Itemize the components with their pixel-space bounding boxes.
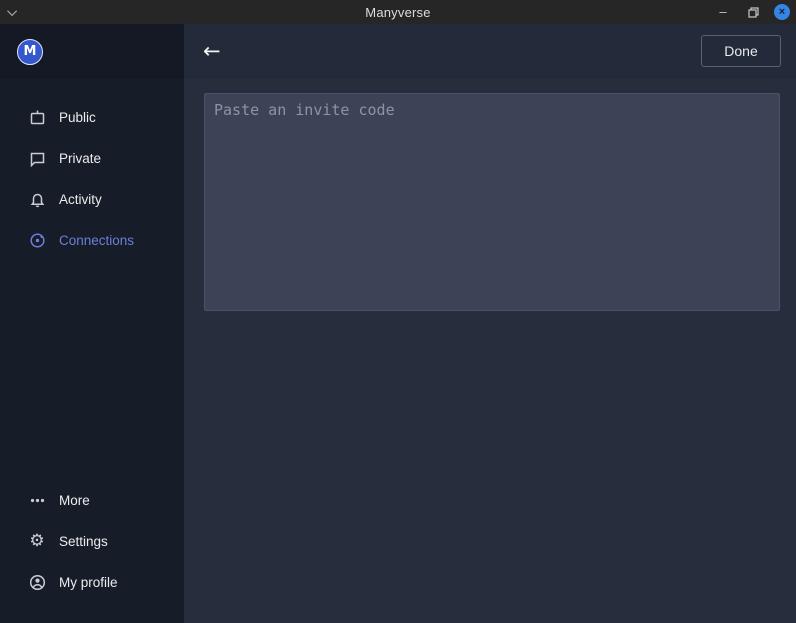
titlebar: Manyverse – × (0, 0, 796, 24)
window-title: Manyverse (0, 5, 796, 20)
minimize-icon: – (719, 5, 726, 18)
app-window: M ← Done Public Private (0, 24, 796, 623)
activity-icon (28, 191, 46, 209)
done-button[interactable]: Done (701, 35, 781, 67)
profile-icon (28, 574, 46, 592)
window-controls: – × (714, 0, 790, 24)
back-button[interactable]: ← (203, 41, 221, 62)
private-icon (28, 150, 46, 168)
close-icon: × (779, 7, 785, 18)
sidebar-item-label: Public (59, 110, 96, 125)
sidebar-item-more[interactable]: More (0, 480, 184, 521)
sidebar-item-activity[interactable]: Activity (0, 179, 184, 220)
sidebar-item-label: More (59, 493, 90, 508)
sidebar-item-my-profile[interactable]: My profile (0, 562, 184, 603)
restore-icon (748, 7, 759, 18)
settings-icon: ⚙ (28, 533, 46, 551)
header-toolbar: ← Done (184, 24, 796, 79)
sidebar-item-label: Private (59, 151, 101, 166)
invite-code-input[interactable] (204, 93, 780, 311)
more-icon (28, 492, 46, 510)
window-menu-button[interactable] (10, 0, 17, 24)
main-content (184, 79, 796, 623)
manyverse-logo: M (17, 39, 43, 65)
minimize-button[interactable]: – (714, 3, 732, 21)
sidebar: Public Private Activity (0, 79, 184, 623)
sidebar-item-label: Activity (59, 192, 102, 207)
sidebar-item-private[interactable]: Private (0, 138, 184, 179)
public-icon (28, 109, 46, 127)
close-button[interactable]: × (774, 4, 790, 20)
sidebar-item-settings[interactable]: ⚙ Settings (0, 521, 184, 562)
sidebar-item-connections[interactable]: Connections (0, 220, 184, 261)
sidebar-spacer (0, 261, 184, 480)
header-logo-area: M (0, 24, 184, 79)
restore-button[interactable] (744, 3, 762, 21)
connections-icon (28, 232, 46, 250)
sidebar-item-label: Settings (59, 534, 108, 549)
sidebar-item-label: Connections (59, 233, 134, 248)
sidebar-item-public[interactable]: Public (0, 97, 184, 138)
sidebar-item-label: My profile (59, 575, 118, 590)
